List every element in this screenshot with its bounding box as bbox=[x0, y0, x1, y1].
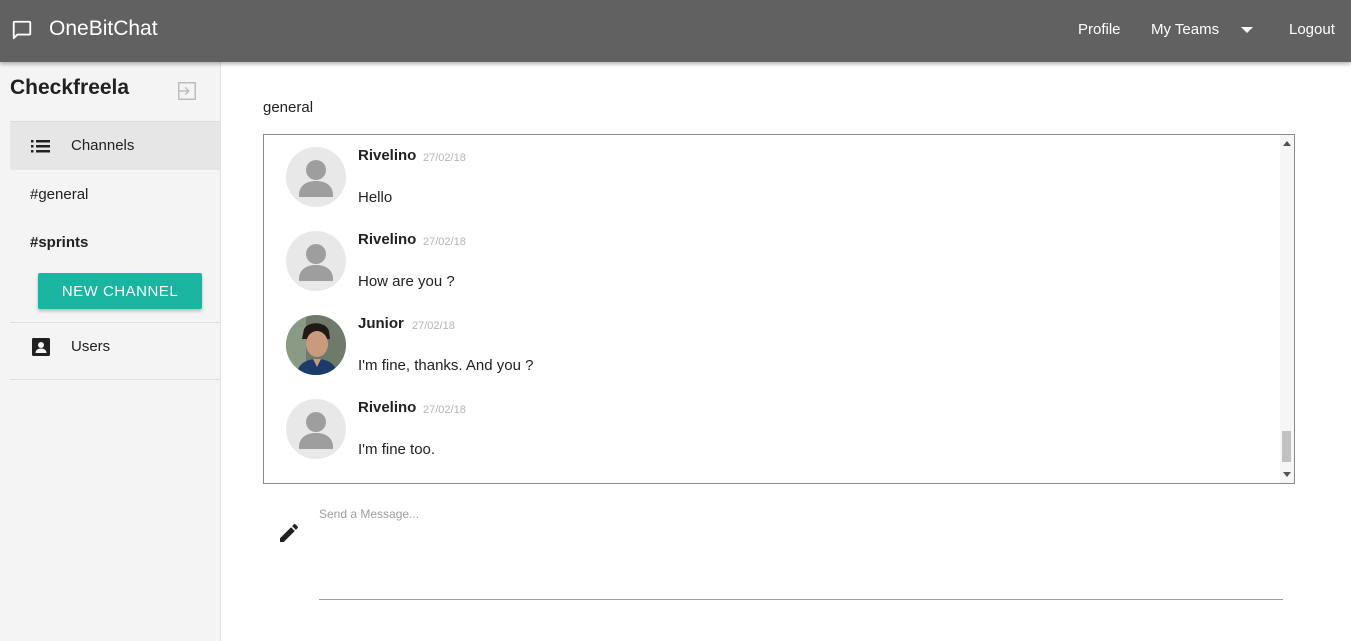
message-list-scrollbar[interactable] bbox=[1280, 135, 1294, 483]
contact-card-icon bbox=[32, 338, 50, 356]
new-channel-button[interactable]: NEW CHANNEL bbox=[38, 273, 202, 309]
scroll-down-arrow-icon[interactable] bbox=[1283, 472, 1291, 477]
scroll-up-arrow-icon[interactable] bbox=[1283, 141, 1291, 146]
photo-avatar bbox=[286, 315, 346, 375]
nav-my-teams-link[interactable]: My Teams bbox=[1151, 21, 1219, 38]
message-item: Rivelino 27/02/18 I'm fine too. bbox=[286, 399, 1266, 483]
message-input[interactable] bbox=[319, 505, 1283, 600]
channel-title: general bbox=[263, 99, 314, 116]
app-title: OneBitChat bbox=[49, 17, 158, 40]
divider bbox=[10, 379, 220, 380]
message-text: I'm fine, thanks. And you ? bbox=[358, 357, 534, 374]
list-icon bbox=[31, 140, 50, 153]
message-author: Rivelino bbox=[358, 231, 417, 248]
chat-bubble-icon bbox=[12, 20, 32, 40]
channels-label: Channels bbox=[71, 137, 135, 154]
message-author: Junior bbox=[358, 315, 404, 332]
message-text: How are you ? bbox=[358, 273, 455, 290]
pencil-icon bbox=[280, 523, 299, 542]
default-avatar bbox=[286, 399, 346, 459]
message-item: Rivelino 27/02/18 Hello bbox=[286, 147, 1266, 231]
team-name: Checkfreela bbox=[10, 76, 130, 99]
message-list[interactable]: Rivelino 27/02/18 Hello Rivelino 27/02/1… bbox=[263, 134, 1295, 484]
message-date: 27/02/18 bbox=[423, 236, 466, 248]
exit-team-icon[interactable] bbox=[176, 80, 198, 102]
users-section-header[interactable]: Users bbox=[10, 323, 220, 371]
channel-item-sprints[interactable]: #sprints bbox=[30, 234, 88, 251]
message-author: Rivelino bbox=[358, 147, 417, 164]
message-item: Junior 27/02/18 I'm fine, thanks. And yo… bbox=[286, 315, 1266, 399]
message-text: I'm fine too. bbox=[358, 441, 436, 458]
users-label: Users bbox=[71, 338, 111, 355]
nav-profile-link[interactable]: Profile bbox=[1078, 21, 1121, 38]
message-text: Hello bbox=[358, 189, 393, 206]
nav-logout-link[interactable]: Logout bbox=[1289, 21, 1335, 38]
sidebar: Checkfreela Channels #general #sprints N… bbox=[0, 62, 221, 641]
top-app-bar: OneBitChat Profile My Teams Logout bbox=[0, 0, 1351, 62]
message-author: Rivelino bbox=[358, 399, 417, 416]
message-item: Rivelino 27/02/18 How are you ? bbox=[286, 231, 1266, 315]
message-date: 27/02/18 bbox=[423, 152, 466, 164]
channel-item-general[interactable]: #general bbox=[30, 186, 88, 203]
channels-section-header[interactable]: Channels bbox=[10, 122, 220, 170]
message-date: 27/02/18 bbox=[412, 320, 455, 332]
chevron-down-icon[interactable] bbox=[1241, 27, 1253, 33]
default-avatar bbox=[286, 231, 346, 291]
default-avatar bbox=[286, 147, 346, 207]
scroll-thumb[interactable] bbox=[1282, 431, 1291, 462]
message-date: 27/02/18 bbox=[423, 404, 466, 416]
